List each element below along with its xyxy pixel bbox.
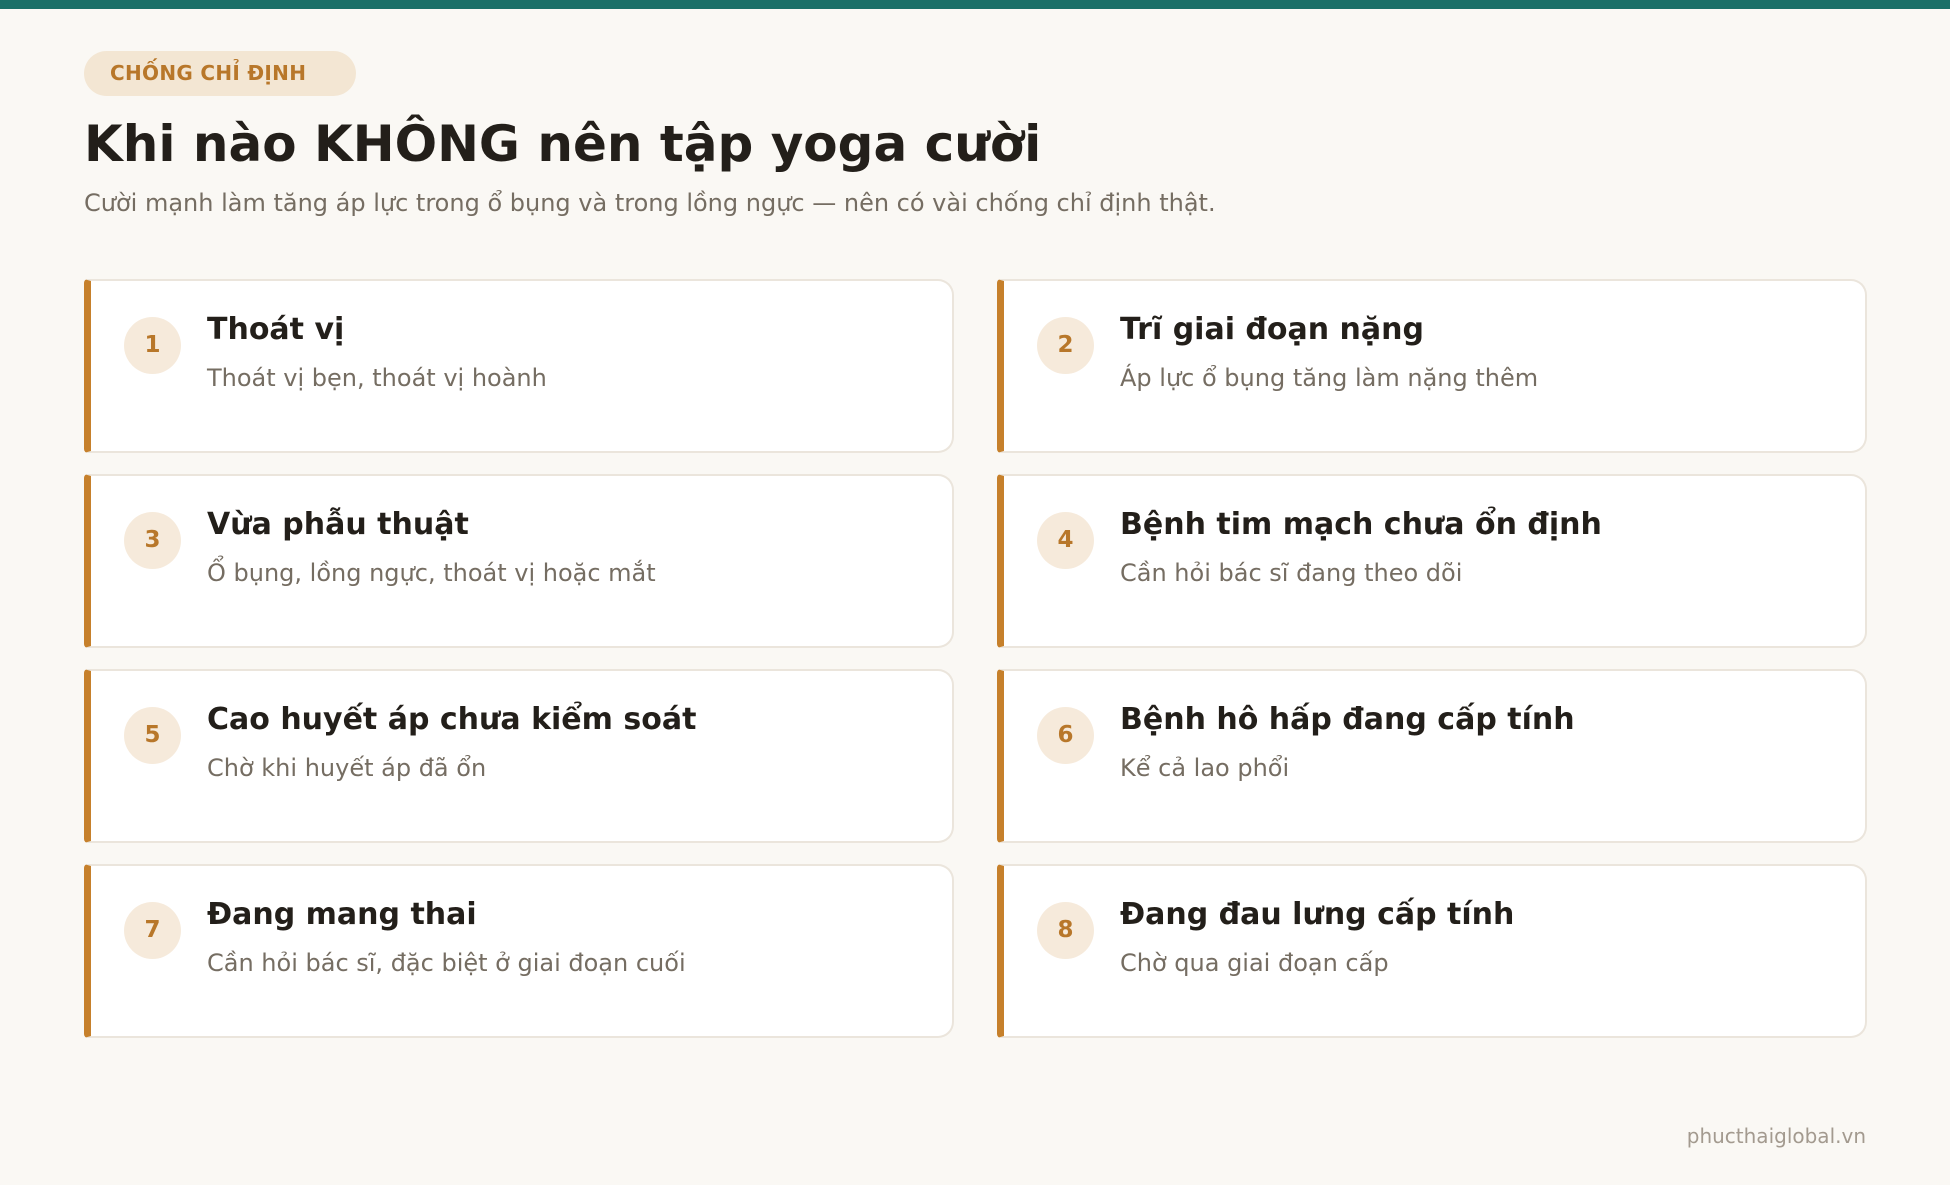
section-badge: CHỐNG CHỈ ĐỊNH <box>84 51 357 96</box>
item-title: Thoát vị <box>207 312 345 347</box>
contraindication-card: 3 Vừa phẫu thuật Ổ bụng, lồng ngực, thoá… <box>84 474 954 648</box>
item-number-badge: 1 <box>124 317 181 374</box>
item-title: Vừa phẫu thuật <box>207 507 469 542</box>
top-accent-bar <box>0 0 1950 9</box>
item-description: Kể cả lao phổi <box>1120 754 1290 782</box>
item-number-badge: 2 <box>1037 317 1094 374</box>
contraindication-card: 7 Đang mang thai Cần hỏi bác sĩ, đặc biệ… <box>84 864 954 1038</box>
item-number-badge: 6 <box>1037 707 1094 764</box>
page-title: Khi nào KHÔNG nên tập yoga cười <box>84 115 1042 173</box>
contraindication-card: 5 Cao huyết áp chưa kiểm soát Chờ khi hu… <box>84 669 954 843</box>
contraindication-grid: 1 Thoát vị Thoát vị bẹn, thoát vị hoành … <box>84 279 1867 1038</box>
item-description: Chờ khi huyết áp đã ổn <box>207 754 487 782</box>
footer-site-url: phucthaiglobal.vn <box>1686 1124 1866 1148</box>
item-description: Cần hỏi bác sĩ, đặc biệt ở giai đoạn cuố… <box>207 949 686 977</box>
item-title: Cao huyết áp chưa kiểm soát <box>207 702 697 737</box>
item-description: Áp lực ổ bụng tăng làm nặng thêm <box>1120 364 1539 392</box>
contraindication-card: 4 Bệnh tim mạch chưa ổn định Cần hỏi bác… <box>997 474 1867 648</box>
item-number-badge: 8 <box>1037 902 1094 959</box>
contraindication-card: 1 Thoát vị Thoát vị bẹn, thoát vị hoành <box>84 279 954 453</box>
item-title: Bệnh hô hấp đang cấp tính <box>1120 702 1575 737</box>
item-number-badge: 7 <box>124 902 181 959</box>
contraindication-card: 2 Trĩ giai đoạn nặng Áp lực ổ bụng tăng … <box>997 279 1867 453</box>
item-description: Ổ bụng, lồng ngực, thoát vị hoặc mắt <box>207 559 656 587</box>
item-title: Trĩ giai đoạn nặng <box>1120 312 1424 347</box>
item-description: Thoát vị bẹn, thoát vị hoành <box>207 364 547 392</box>
item-description: Chờ qua giai đoạn cấp <box>1120 949 1389 977</box>
item-title: Bệnh tim mạch chưa ổn định <box>1120 507 1602 542</box>
item-number-badge: 5 <box>124 707 181 764</box>
contraindication-card: 6 Bệnh hô hấp đang cấp tính Kể cả lao ph… <box>997 669 1867 843</box>
item-title: Đang đau lưng cấp tính <box>1120 897 1515 932</box>
item-number-badge: 4 <box>1037 512 1094 569</box>
page-subtitle: Cười mạnh làm tăng áp lực trong ổ bụng v… <box>84 189 1216 217</box>
contraindication-card: 8 Đang đau lưng cấp tính Chờ qua giai đo… <box>997 864 1867 1038</box>
item-description: Cần hỏi bác sĩ đang theo dõi <box>1120 559 1463 587</box>
item-number-badge: 3 <box>124 512 181 569</box>
item-title: Đang mang thai <box>207 897 477 932</box>
